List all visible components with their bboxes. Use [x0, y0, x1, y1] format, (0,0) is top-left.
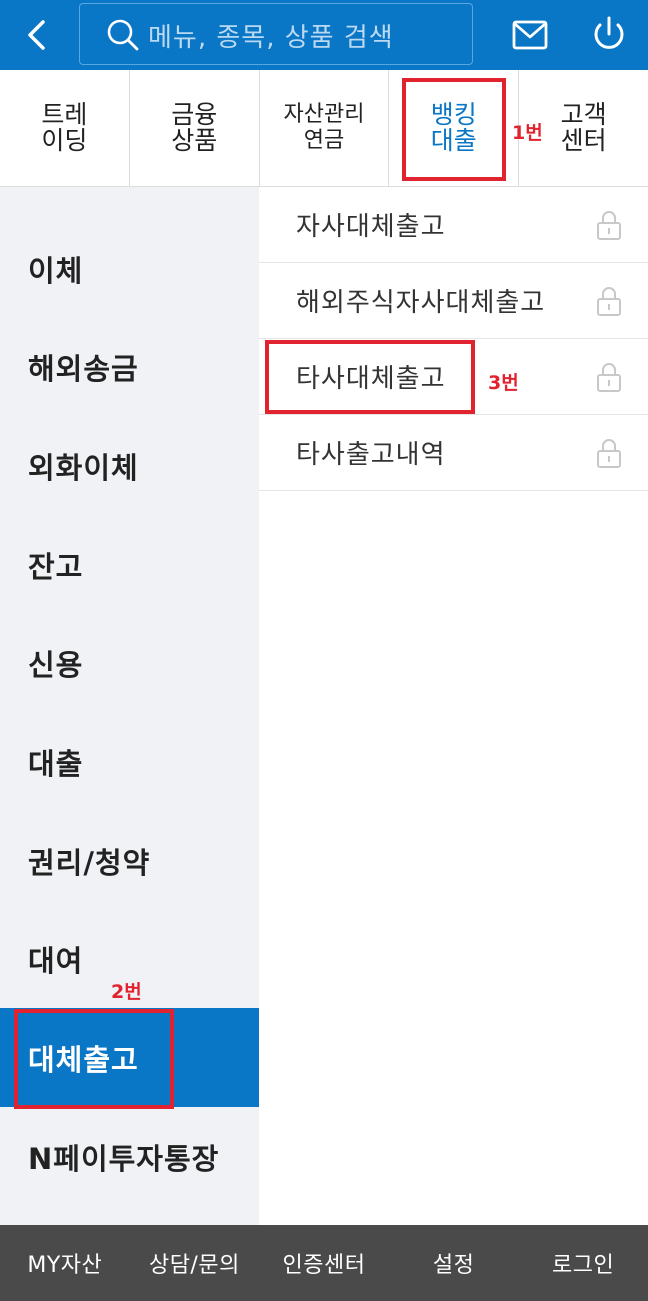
tab-label-line2: 센터 — [560, 126, 607, 155]
lock-icon — [597, 439, 621, 468]
bottom-item-login[interactable]: 로그인 — [518, 1225, 648, 1301]
tab-label: 금융 상품 — [171, 102, 217, 154]
annotation-box-1 — [402, 78, 506, 181]
submenu-item-label: 해외주식자사대체출고 — [296, 288, 546, 318]
chevron-left-icon[interactable] — [14, 12, 60, 58]
tab-label-line2: 상품 — [171, 126, 218, 155]
category-tabs: 트레 이딩 금융 상품 자산관리 연금 뱅킹 대출 고객 센터 — [0, 70, 648, 187]
annotation-box-2 — [14, 1009, 174, 1109]
bottom-item-consult[interactable]: 상담/문의 — [130, 1225, 260, 1301]
bottom-item-settings[interactable]: 설정 — [389, 1225, 519, 1301]
sidebar-item-credit[interactable]: 신용 — [0, 613, 259, 712]
search-icon — [107, 19, 139, 51]
sidebar-item-fx-transfer[interactable]: 외화이체 — [0, 416, 259, 515]
tab-label: 고객 센터 — [561, 102, 607, 154]
sidebar-item-balance[interactable]: 잔고 — [0, 515, 259, 614]
tab-label-line1: 금융 — [171, 100, 218, 129]
power-icon[interactable] — [586, 12, 632, 58]
envelope-icon[interactable] — [508, 14, 552, 56]
lock-icon — [597, 287, 621, 316]
annotation-label-3: 3번 — [488, 372, 519, 394]
submenu-item-label: 타사출고내역 — [296, 440, 446, 470]
submenu-item-own-transfer-out[interactable]: 자사대체출고 — [259, 187, 648, 263]
bottom-bar: MY자산 상담/문의 인증센터 설정 로그인 — [0, 1225, 648, 1301]
submenu-item-label: 자사대체출고 — [296, 212, 446, 242]
sidebar-item-transfer[interactable]: 이체 — [0, 219, 259, 318]
sidebar-item-loan[interactable]: 대출 — [0, 712, 259, 811]
bottom-item-cert-center[interactable]: 인증센터 — [259, 1225, 389, 1301]
tab-label-line2: 연금 — [303, 128, 345, 153]
submenu-item-overseas-stock-transfer-out[interactable]: 해외주식자사대체출고 — [259, 263, 648, 339]
tab-label-line1: 트레 — [41, 100, 88, 129]
tab-asset-pension[interactable]: 자산관리 연금 — [260, 70, 390, 186]
top-header: 메뉴, 종목, 상품 검색 — [0, 0, 648, 70]
search-placeholder: 메뉴, 종목, 상품 검색 — [148, 23, 394, 53]
tab-label: 트레 이딩 — [41, 102, 87, 154]
submenu-item-other-firm-history[interactable]: 타사출고내역 — [259, 415, 648, 491]
annotation-label-1: 1번 — [512, 122, 543, 144]
annotation-label-2: 2번 — [111, 981, 142, 1003]
tab-label-line1: 자산관리 — [283, 102, 365, 127]
tab-label-line2: 이딩 — [41, 126, 88, 155]
tab-label-line1: 고객 — [560, 100, 607, 129]
submenu-list: 자사대체출고 해외주식자사대체출고 타사대체출고 타사출고내역 — [259, 187, 648, 491]
tab-label: 자산관리 연금 — [284, 102, 365, 154]
tab-trading[interactable]: 트레 이딩 — [0, 70, 130, 186]
lock-icon — [597, 363, 621, 392]
lock-icon — [597, 211, 621, 240]
sidebar-item-rights-subscription[interactable]: 권리/청약 — [0, 811, 259, 910]
sidebar-item-npay-account[interactable]: N페이투자통장 — [0, 1107, 259, 1206]
annotation-box-3 — [265, 340, 475, 414]
sidebar-item-overseas-remittance[interactable]: 해외송금 — [0, 317, 259, 416]
search-input[interactable]: 메뉴, 종목, 상품 검색 — [79, 3, 473, 65]
bottom-item-my-assets[interactable]: MY자산 — [0, 1225, 130, 1301]
tab-financial-products[interactable]: 금융 상품 — [130, 70, 260, 186]
